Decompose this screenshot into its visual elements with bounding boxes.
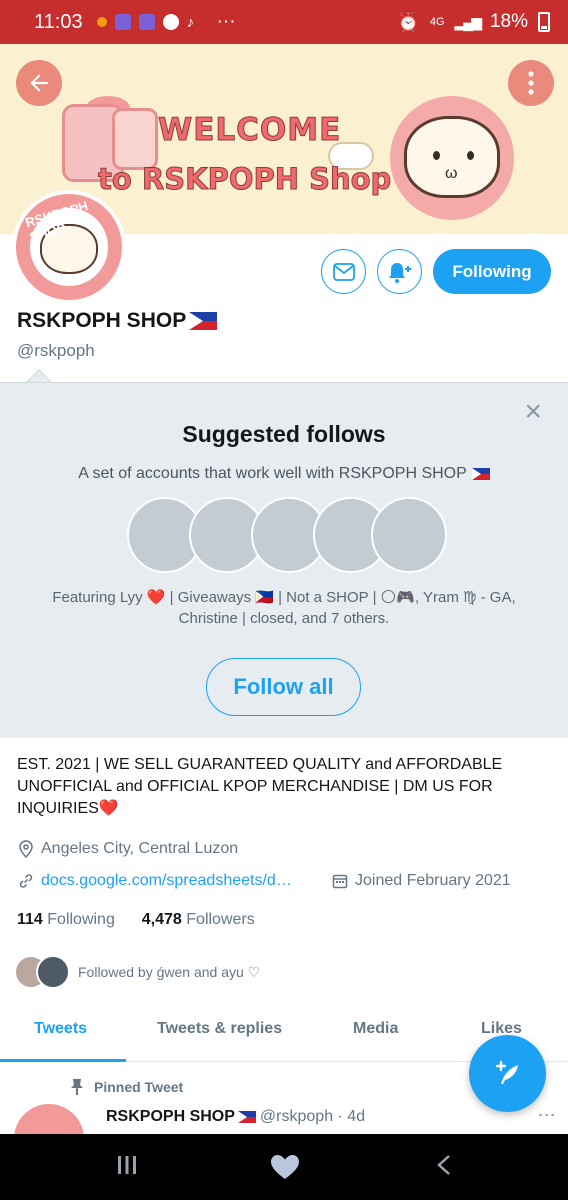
following-stat[interactable]: 114 Following bbox=[17, 911, 115, 928]
active-tab-indicator bbox=[0, 1059, 126, 1062]
suggested-follows-panel: × Suggested follows A set of accounts th… bbox=[0, 382, 568, 738]
compose-feather-icon bbox=[495, 1060, 518, 1084]
more-options-button[interactable] bbox=[508, 60, 554, 106]
follow-stats: 114 Following 4,478 Followers bbox=[17, 911, 255, 929]
compose-tweet-button[interactable] bbox=[469, 1035, 546, 1112]
joined-text: Joined February 2021 bbox=[355, 872, 511, 889]
tab-tweets[interactable]: Tweets bbox=[34, 1020, 87, 1038]
philippines-flag-icon bbox=[471, 468, 490, 480]
more-vertical-icon bbox=[528, 71, 534, 95]
battery-icon bbox=[538, 12, 550, 32]
suggested-subtitle: A set of accounts that work well with RS… bbox=[78, 465, 467, 482]
pinned-label: Pinned Tweet bbox=[70, 1078, 183, 1096]
display-name: RSKPOPH SHOP bbox=[17, 309, 187, 332]
profile-handle: @rskpoph bbox=[17, 341, 95, 360]
tweet-handle-time: @rskpoph · 4d bbox=[259, 1108, 366, 1125]
home-heart-icon[interactable] bbox=[270, 1154, 300, 1186]
map-pin-icon bbox=[17, 840, 35, 858]
back-nav-icon[interactable] bbox=[436, 1154, 452, 1182]
battery-percent: 18% bbox=[489, 11, 528, 32]
pinterest-icon bbox=[162, 14, 179, 30]
signal-icon: ▂▄▆ bbox=[454, 13, 482, 30]
tweet-author-name[interactable]: RSKPOPH SHOP bbox=[106, 1108, 235, 1126]
arrow-left-icon bbox=[30, 74, 48, 92]
suggested-title: Suggested follows bbox=[182, 421, 386, 447]
banner-title: WELCOME bbox=[157, 112, 342, 149]
message-button[interactable] bbox=[321, 249, 366, 294]
profile-bio: EST. 2021 | WE SELL GUARANTEED QUALITY a… bbox=[17, 756, 503, 817]
android-nav-bar bbox=[0, 1134, 568, 1200]
philippines-flag-icon bbox=[189, 312, 218, 330]
tweet-header: RSKPOPH SHOP @rskpoph · 4d bbox=[106, 1108, 365, 1126]
network-type: 4G bbox=[429, 16, 445, 28]
suggested-featuring: Featuring Lyy ❤️ | Giveaways 🇵🇭 | Not a … bbox=[52, 589, 516, 627]
bell-plus-icon bbox=[388, 262, 411, 283]
suggested-subtitle-row: A set of accounts that work well with RS… bbox=[0, 465, 568, 483]
profile-avatar[interactable]: RSKPOPH SHOP bbox=[12, 190, 126, 304]
joined-row: Joined February 2021 bbox=[331, 872, 511, 890]
app-notification-icon bbox=[114, 14, 131, 30]
status-bar: 11:03 ♪ ··· ⏰ 4G ▂▄▆ 18% bbox=[0, 0, 568, 44]
banner-subtitle: to RSKPOPH Shop bbox=[97, 162, 392, 197]
back-button[interactable] bbox=[16, 60, 62, 106]
tweet-more-icon[interactable]: ⋮ bbox=[536, 1106, 558, 1124]
link-icon bbox=[17, 872, 35, 890]
tab-tweets-replies[interactable]: Tweets & replies bbox=[157, 1020, 282, 1038]
alarm-icon: ⏰ bbox=[397, 11, 420, 32]
calendar-icon bbox=[331, 872, 349, 890]
tab-media[interactable]: Media bbox=[353, 1020, 398, 1038]
envelope-icon bbox=[332, 262, 355, 281]
data-saver-icon bbox=[96, 17, 107, 27]
location-text: Angeles City, Central Luzon bbox=[41, 840, 239, 857]
profile-name: RSKPOPH SHOP bbox=[17, 309, 218, 333]
website-row: docs.google.com/spreadsheets/d… bbox=[17, 872, 292, 890]
suggested-avatars[interactable] bbox=[127, 497, 447, 575]
pin-icon bbox=[71, 1079, 83, 1095]
cat-illustration: ω bbox=[390, 96, 514, 220]
recent-apps-icon[interactable] bbox=[116, 1154, 138, 1182]
heart-icon: ❤️ bbox=[98, 800, 119, 817]
tiktok-icon: ♪ bbox=[186, 14, 195, 31]
website-link[interactable]: docs.google.com/spreadsheets/d… bbox=[41, 872, 292, 890]
followed-by-row[interactable]: Followed by ǵwen and ayu ♡ bbox=[14, 955, 260, 989]
notifications-button[interactable] bbox=[377, 249, 422, 294]
followed-by-text: Followed by ǵwen and ayu ♡ bbox=[78, 963, 261, 980]
app-notification-icon bbox=[138, 14, 155, 30]
more-notifications-icon: ··· bbox=[216, 11, 236, 32]
followers-stat[interactable]: 4,478 Followers bbox=[142, 911, 255, 928]
location-row: Angeles City, Central Luzon bbox=[17, 840, 238, 858]
philippines-flag-icon bbox=[237, 1111, 256, 1123]
suggested-avatar[interactable] bbox=[371, 497, 447, 573]
status-time: 11:03 bbox=[34, 10, 83, 33]
following-button[interactable]: Following bbox=[433, 249, 551, 294]
avatar bbox=[36, 955, 70, 989]
follow-all-button[interactable]: Follow all bbox=[206, 658, 361, 716]
